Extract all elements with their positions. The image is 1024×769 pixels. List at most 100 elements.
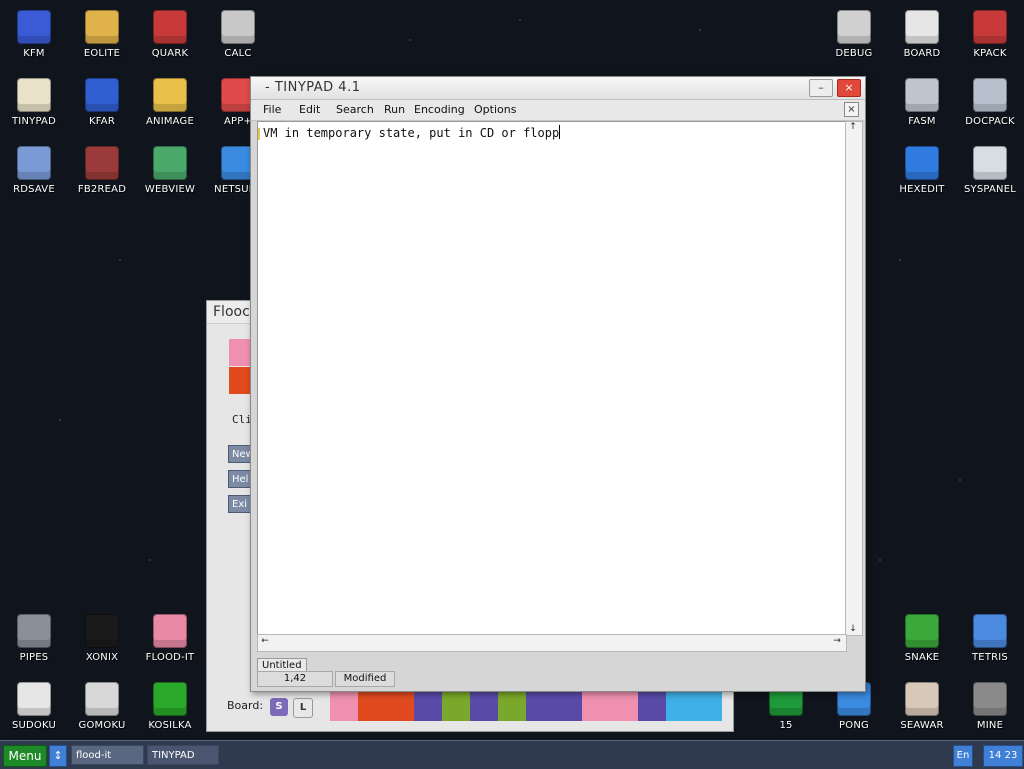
editor-text: VM in temporary state, put in CD or flop… xyxy=(263,126,560,140)
flood-cell[interactable] xyxy=(554,691,582,721)
desktop-icon-quark[interactable]: QUARK xyxy=(136,4,204,59)
desktop-icon-kpack[interactable]: KPACK xyxy=(956,4,1024,59)
flood-cell[interactable] xyxy=(526,691,554,721)
flood-cell[interactable] xyxy=(358,691,386,721)
language-indicator[interactable]: En xyxy=(953,745,973,767)
menu-bar: File Edit Search Run Encoding Options × xyxy=(251,100,865,121)
switch-icon[interactable]: ↕ xyxy=(49,745,67,767)
scroll-down-icon[interactable]: ↓ xyxy=(846,624,860,634)
menu-encoding[interactable]: Encoding xyxy=(414,103,465,116)
desktop-icon-tetris[interactable]: TETRIS xyxy=(956,608,1024,663)
scroll-up-icon[interactable]: ↑ xyxy=(846,122,860,132)
bug-icon xyxy=(837,10,871,44)
desktop-icon-label: KFAR xyxy=(89,116,115,127)
menu-search[interactable]: Search xyxy=(336,103,374,116)
board-icon xyxy=(905,10,939,44)
desktop-icon-fb2read[interactable]: FB2READ xyxy=(68,140,136,195)
desktop-icon-label: BOARD xyxy=(903,48,941,59)
desktop-icon-sudoku[interactable]: SUDOKU xyxy=(0,676,68,731)
menu-options[interactable]: Options xyxy=(474,103,516,116)
horizontal-scrollbar[interactable]: ← → xyxy=(257,634,847,652)
desktop-icon-label: WEBVIEW xyxy=(144,184,196,195)
flood-cell[interactable] xyxy=(386,691,414,721)
flood-cell[interactable] xyxy=(694,691,722,721)
panel-close-icon[interactable]: × xyxy=(844,102,859,117)
tab-row: Untitled xyxy=(257,653,307,672)
desktop-icon-syspanel[interactable]: SYSPANEL xyxy=(956,140,1024,195)
desktop-icon-snake[interactable]: SNAKE xyxy=(888,608,956,663)
desktop-icon-rdsave[interactable]: RDSAVE xyxy=(0,140,68,195)
desktop-icon-label: FLOOD-IT xyxy=(145,652,195,663)
taskbar-item-flood-it[interactable]: flood-it xyxy=(71,745,144,765)
desktop-icon-calc[interactable]: CALC xyxy=(204,4,272,59)
scroll-left-icon[interactable]: ← xyxy=(258,636,272,646)
desktop-icon-label: KFM xyxy=(23,48,45,59)
window-title: - TINYPAD 4.1 xyxy=(265,80,361,95)
flood-cell[interactable] xyxy=(442,691,470,721)
desktop-icon-kfm[interactable]: KFM xyxy=(0,4,68,59)
tetris-icon xyxy=(973,614,1007,648)
rdsave-icon xyxy=(17,146,51,180)
calculator-icon xyxy=(221,10,255,44)
desktop-icon-label: XONIX xyxy=(85,652,119,663)
tab-untitled[interactable]: Untitled xyxy=(257,658,307,672)
board-small-button[interactable]: S xyxy=(270,698,288,716)
flood-cell[interactable] xyxy=(498,691,526,721)
desktop-icon-label: QUARK xyxy=(151,48,189,59)
tinypad-window[interactable]: - TINYPAD 4.1 – × File Edit Search Run E… xyxy=(250,76,866,692)
close-button[interactable]: × xyxy=(837,79,861,97)
floppy-icon xyxy=(17,10,51,44)
vertical-scrollbar[interactable]: ↑ ↓ xyxy=(845,121,863,636)
desktop-icon-docpack[interactable]: DOCPACK xyxy=(956,72,1024,127)
flood-cell[interactable] xyxy=(666,691,694,721)
desktop-icon-animage[interactable]: ANIMAGE xyxy=(136,72,204,127)
menu-run[interactable]: Run xyxy=(384,103,405,116)
desktop-icon-label: KOSILKA xyxy=(148,720,192,731)
flood-cell[interactable] xyxy=(330,691,358,721)
desktop-icon-label: KPACK xyxy=(973,48,1007,59)
fb2-book-icon xyxy=(85,146,119,180)
desktop-icon-label: GOMOKU xyxy=(78,720,126,731)
minimize-button[interactable]: – xyxy=(809,79,833,97)
sudoku-icon xyxy=(17,682,51,716)
text-editor[interactable]: VM in temporary state, put in CD or flop… xyxy=(257,121,847,636)
desktop-icon-seawar[interactable]: SEAWAR xyxy=(888,676,956,731)
flood-cell[interactable] xyxy=(582,691,610,721)
tinypad-titlebar[interactable]: - TINYPAD 4.1 – × xyxy=(251,77,865,100)
desktop-icon-eolite[interactable]: EOLITE xyxy=(68,4,136,59)
desktop-icon-gomoku[interactable]: GOMOKU xyxy=(68,676,136,731)
desktop-icon-label: SUDOKU xyxy=(11,720,57,731)
flood-cell[interactable] xyxy=(638,691,666,721)
taskbar-item-tinypad[interactable]: TINYPAD xyxy=(147,745,219,765)
drawer-icon xyxy=(973,78,1007,112)
desktop-icon-label: SYSPANEL xyxy=(963,184,1016,195)
desktop-icon-fasm[interactable]: FASM xyxy=(888,72,956,127)
desktop-icon-webview[interactable]: WEBVIEW xyxy=(136,140,204,195)
menu-file[interactable]: File xyxy=(263,103,281,116)
flood-cell[interactable] xyxy=(470,691,498,721)
desktop-icon-tinypad[interactable]: TINYPAD xyxy=(0,72,68,127)
desktop-icon-xonix[interactable]: XONIX xyxy=(68,608,136,663)
desktop-icon-flood-it[interactable]: FLOOD-IT xyxy=(136,608,204,663)
flood-cell[interactable] xyxy=(610,691,638,721)
desktop-icon-label: PIPES xyxy=(19,652,49,663)
desktop-icon-kosilka[interactable]: KOSILKA xyxy=(136,676,204,731)
desktop-icon-hexedit[interactable]: HEXEDIT xyxy=(888,140,956,195)
desktop-icon-pipes[interactable]: PIPES xyxy=(0,608,68,663)
desktop-icon-debug[interactable]: DEBUG xyxy=(820,4,888,59)
anvil-icon xyxy=(905,78,939,112)
flood-cell[interactable] xyxy=(414,691,442,721)
desktop-icon-kfar[interactable]: KFAR xyxy=(68,72,136,127)
start-menu-button[interactable]: Menu xyxy=(3,745,47,767)
flood-board-strip[interactable] xyxy=(330,691,722,721)
desktop-icon-mine[interactable]: MINE xyxy=(956,676,1024,731)
menu-edit[interactable]: Edit xyxy=(299,103,320,116)
editor-text-line[interactable]: VM in temporary state, put in CD or flop… xyxy=(263,125,561,140)
desktop-icon-board[interactable]: BOARD xyxy=(888,4,956,59)
mower-icon xyxy=(153,682,187,716)
board-large-button[interactable]: L xyxy=(293,698,313,718)
desktop-icon-label: SEAWAR xyxy=(900,720,944,731)
folder-icon xyxy=(85,10,119,44)
status-bar: 1,42 Modified xyxy=(257,671,845,687)
scroll-right-icon[interactable]: → xyxy=(830,636,844,646)
